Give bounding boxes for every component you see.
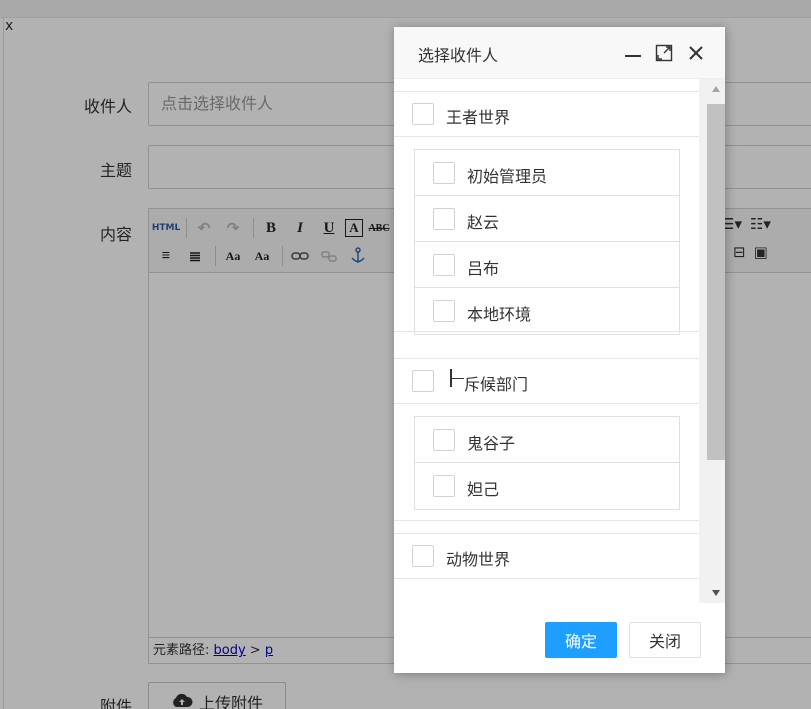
member-checkbox[interactable] bbox=[433, 429, 455, 451]
member-label: 妲己 bbox=[467, 480, 500, 499]
minimize-icon[interactable] bbox=[623, 43, 643, 63]
group-checkbox[interactable] bbox=[412, 370, 434, 392]
dialog-header: 选择收件人 bbox=[394, 27, 725, 79]
recipient-group: 斥候部门 鬼谷子 妲己 bbox=[394, 358, 699, 521]
member-list: 初始管理员 赵云 吕布 本地环境 bbox=[414, 149, 680, 335]
member-item[interactable]: 吕布 bbox=[415, 242, 679, 288]
group-label: 动物世界 bbox=[446, 550, 511, 569]
close-icon[interactable] bbox=[686, 43, 706, 63]
member-item[interactable]: 本地环境 bbox=[415, 288, 679, 334]
group-checkbox[interactable] bbox=[412, 103, 434, 125]
member-item[interactable]: 妲己 bbox=[415, 463, 679, 509]
member-label: 鬼谷子 bbox=[467, 434, 516, 453]
scroll-thumb[interactable] bbox=[707, 104, 725, 460]
maximize-icon[interactable] bbox=[654, 43, 674, 63]
member-label: 本地环境 bbox=[467, 305, 532, 324]
group-header[interactable]: 王者世界 bbox=[394, 92, 699, 137]
select-recipient-dialog: 选择收件人 王者世界 初始管理员 赵云 吕布 本地环境 斥候部门 鬼谷子 妲己 … bbox=[394, 27, 725, 673]
group-header[interactable]: 动物世界 bbox=[394, 534, 699, 579]
member-checkbox[interactable] bbox=[433, 475, 455, 497]
group-header[interactable]: 斥候部门 bbox=[394, 359, 699, 404]
recipient-group: 王者世界 初始管理员 赵云 吕布 本地环境 bbox=[394, 91, 699, 335]
confirm-button[interactable]: 确定 bbox=[545, 622, 617, 658]
vertical-scrollbar[interactable] bbox=[699, 79, 725, 603]
member-item[interactable]: 赵云 bbox=[415, 196, 679, 242]
member-list: 鬼谷子 妲己 bbox=[414, 416, 680, 510]
group-checkbox[interactable] bbox=[412, 545, 434, 567]
member-checkbox[interactable] bbox=[433, 300, 455, 322]
group-label: 王者世界 bbox=[446, 108, 511, 127]
scroll-down-arrow-icon[interactable] bbox=[712, 590, 720, 596]
member-checkbox[interactable] bbox=[433, 208, 455, 230]
recipient-list-panel[interactable]: 王者世界 初始管理员 赵云 吕布 本地环境 斥候部门 鬼谷子 妲己 动物世界 bbox=[394, 79, 725, 603]
member-item[interactable]: 鬼谷子 bbox=[415, 417, 679, 463]
member-label: 吕布 bbox=[467, 259, 500, 278]
member-label: 赵云 bbox=[467, 213, 500, 232]
member-item[interactable]: 初始管理员 bbox=[415, 150, 679, 196]
dialog-footer: 确定 关闭 bbox=[394, 603, 725, 673]
recipient-group: 动物世界 bbox=[394, 533, 699, 603]
tree-branch-icon bbox=[450, 378, 464, 379]
dialog-title: 选择收件人 bbox=[418, 46, 499, 65]
member-checkbox[interactable] bbox=[433, 162, 455, 184]
member-checkbox[interactable] bbox=[433, 254, 455, 276]
scroll-up-arrow-icon[interactable] bbox=[712, 86, 720, 92]
member-label: 初始管理员 bbox=[467, 167, 548, 186]
close-button[interactable]: 关闭 bbox=[629, 622, 701, 658]
group-label: 斥候部门 bbox=[464, 375, 529, 394]
